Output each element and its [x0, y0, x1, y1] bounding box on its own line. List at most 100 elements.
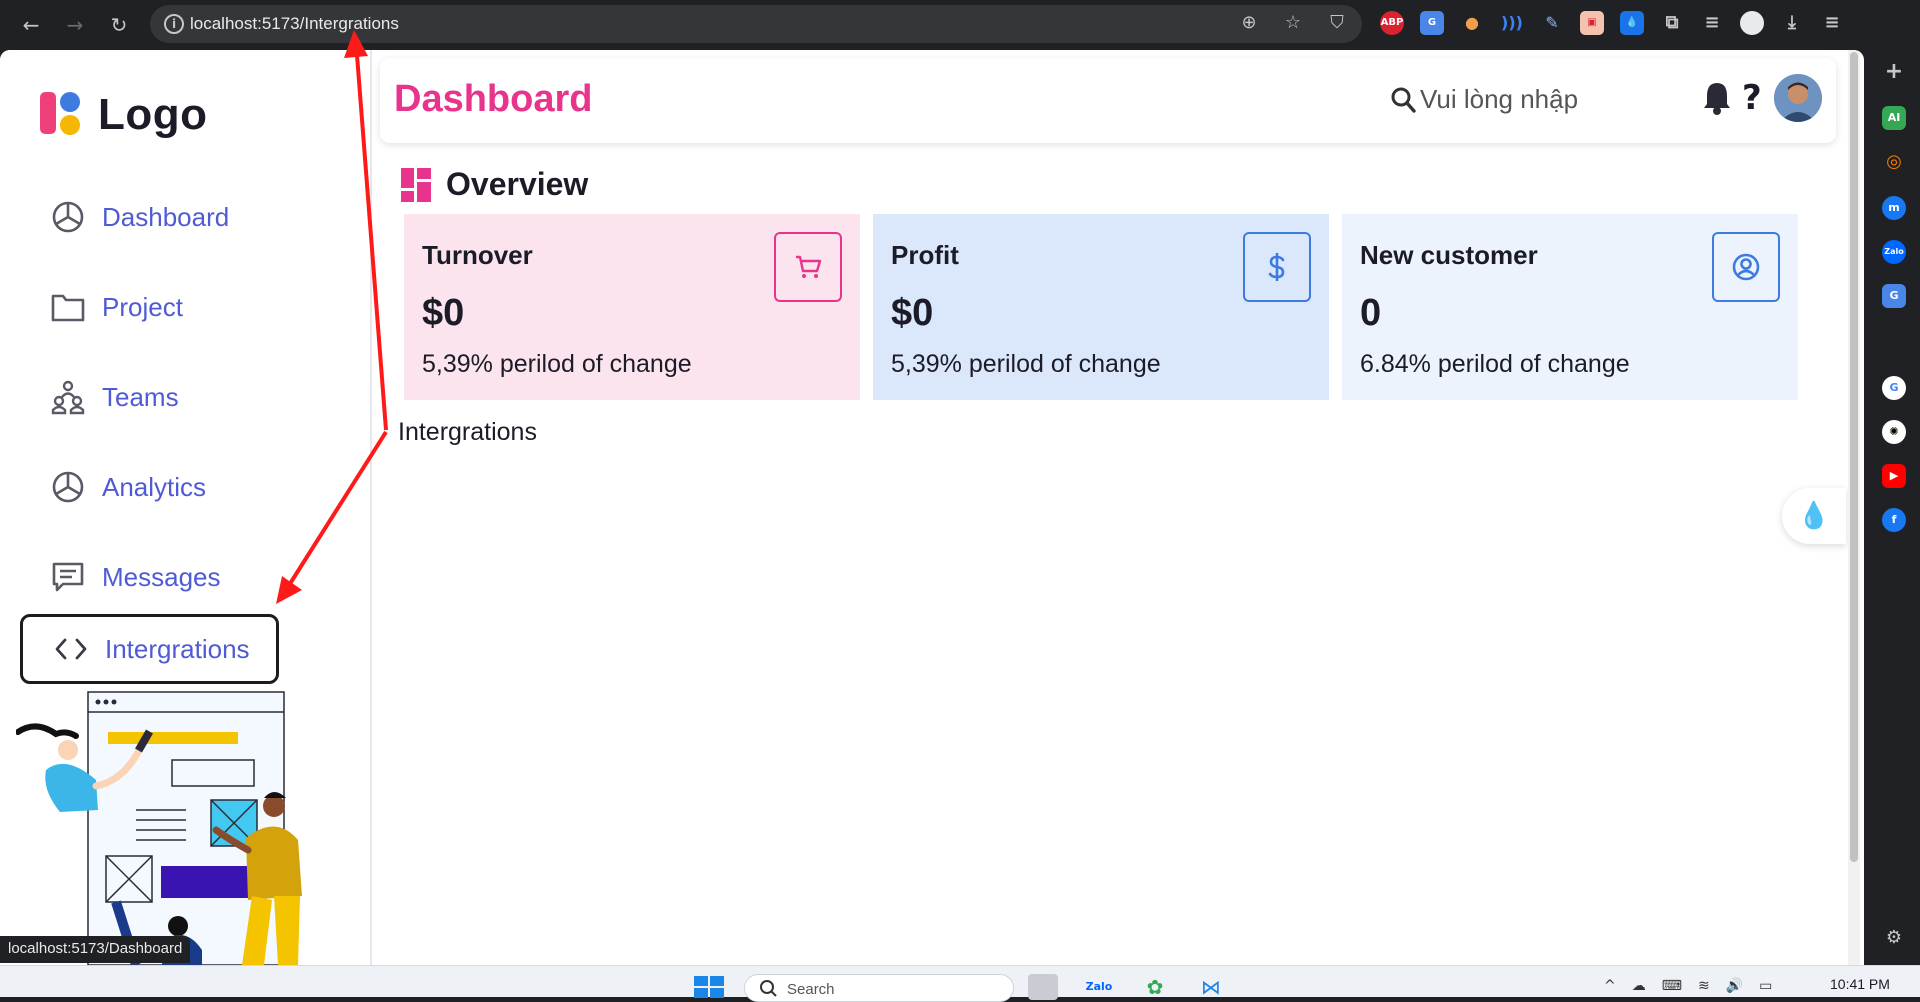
extensions-puzzle-icon[interactable]: ⧉ — [1660, 11, 1684, 35]
sidebar-item-label: Messages — [102, 561, 221, 592]
card-change: 6.84% perilod of change — [1360, 350, 1630, 378]
extension-icon-drop[interactable]: 💧 — [1620, 11, 1644, 35]
chevron-up-icon[interactable]: ^ — [1604, 978, 1616, 994]
windows-taskbar: Search Zalo ✿ ⋈ ^ ☁ ⌨ ≋ 🔊 ▭ 10:41 PM — [0, 965, 1920, 1002]
messenger-icon[interactable]: m — [1882, 196, 1906, 220]
volume-icon[interactable]: 🔊 — [1726, 978, 1743, 994]
bookmark-star-icon[interactable]: ☆ — [1282, 12, 1304, 34]
browser-toolbar: ← → ↻ i localhost:5173/Intergrations ⊕ ☆… — [0, 0, 1920, 50]
translate-extension-icon[interactable]: G — [1420, 11, 1444, 35]
stat-card-profit: Profit $0 5,39% perilod of change — [873, 214, 1329, 400]
sidebar-item-analytics[interactable]: Analytics — [20, 452, 279, 522]
cloud-icon[interactable]: ☁ — [1632, 978, 1646, 994]
user-circle-icon — [1732, 253, 1760, 281]
battery-icon[interactable]: ▭ — [1759, 978, 1772, 994]
chatgpt-icon[interactable]: ✺ — [1882, 420, 1906, 444]
zoom-icon[interactable]: ⊕ — [1238, 12, 1260, 34]
task-view-icon[interactable] — [1028, 974, 1058, 1000]
overview-title: Overview — [446, 166, 589, 202]
google-icon[interactable]: G — [1882, 376, 1906, 400]
code-icon — [53, 631, 89, 667]
reload-icon[interactable]: ↻ — [106, 12, 132, 38]
windows-start-icon[interactable] — [694, 976, 724, 998]
reading-list-icon[interactable]: ≡ — [1700, 11, 1724, 35]
logo-text: Logo — [98, 90, 208, 139]
add-icon[interactable]: + — [1882, 60, 1906, 84]
floating-extension-button[interactable]: 💧 — [1782, 488, 1846, 544]
dashboard-grid-icon — [401, 167, 431, 202]
taskbar-search-label: Search — [787, 981, 835, 998]
facebook-icon[interactable]: f — [1882, 508, 1906, 532]
pie-chart-icon — [50, 469, 86, 505]
pie-chart-icon — [50, 199, 86, 235]
user-avatar[interactable] — [1774, 74, 1822, 122]
notification-bell-icon[interactable] — [1702, 80, 1732, 116]
scrollbar-thumb[interactable] — [1850, 52, 1858, 862]
search-icon — [760, 980, 777, 997]
sidebar-item-dashboard[interactable]: Dashboard — [20, 182, 279, 252]
link-status-tooltip: localhost:5173/Dashboard — [0, 936, 191, 963]
app-taskbar-icon[interactable]: ✿ — [1140, 974, 1170, 1000]
card-title: Turnover — [422, 240, 533, 270]
stat-card-new-customer: New customer 0 6.84% perilod of change — [1342, 214, 1798, 400]
settings-gear-icon[interactable]: ⚙ — [1882, 926, 1906, 950]
card-change: 5,39% perilod of change — [422, 350, 692, 378]
cart-button[interactable] — [774, 232, 842, 302]
pen-extension-icon[interactable]: ✎ — [1540, 11, 1564, 35]
team-illustration — [16, 691, 302, 965]
dollar-icon — [1268, 253, 1285, 281]
sidebar-item-integrations[interactable]: Intergrations — [20, 614, 279, 684]
scrollbar[interactable] — [1848, 50, 1860, 965]
sidebar-item-project[interactable]: Project — [20, 272, 279, 342]
search-box[interactable] — [1390, 84, 1620, 115]
menu-icon[interactable]: ≡ — [1820, 11, 1844, 35]
vscode-taskbar-icon[interactable]: ⋈ — [1196, 974, 1226, 1000]
stat-card-turnover: Turnover $0 5,39% perilod of change — [404, 214, 860, 400]
sidebar-item-label: Teams — [102, 381, 179, 412]
team-icon — [50, 379, 86, 415]
user-button[interactable] — [1712, 232, 1780, 302]
sidebar-item-label: Dashboard — [102, 201, 230, 232]
adblock-extension-icon[interactable]: ABP — [1380, 11, 1404, 35]
youtube-icon[interactable]: ▶ — [1882, 464, 1906, 488]
clock-time[interactable]: 10:41 PM — [1830, 976, 1890, 992]
sidebar-item-teams[interactable]: Teams — [20, 362, 279, 432]
card-change: 5,39% perilod of change — [891, 350, 1161, 378]
address-url[interactable]: localhost:5173/Intergrations — [190, 14, 399, 34]
search-icon[interactable] — [1390, 86, 1416, 114]
sidebar-item-label: Intergrations — [105, 633, 250, 664]
extension-icon-waves[interactable]: ))) — [1500, 11, 1524, 35]
water-drop-sparkle-icon: 💧 — [1797, 501, 1831, 531]
download-icon[interactable]: ⤓ — [1780, 11, 1804, 35]
card-title: Profit — [891, 240, 959, 270]
extension-icon-orange[interactable]: ● — [1460, 11, 1484, 35]
integrations-content: Intergrations — [398, 418, 537, 446]
ai-extension-icon[interactable]: AI — [1882, 106, 1906, 130]
card-value: 0 — [1360, 292, 1382, 334]
dollar-button[interactable] — [1243, 232, 1311, 302]
site-info-icon[interactable]: i — [164, 14, 184, 34]
search-input[interactable] — [1420, 84, 1620, 115]
extension-icon-image[interactable]: ▣ — [1580, 11, 1604, 35]
system-tray: ^ ☁ ⌨ ≋ 🔊 ▭ — [1604, 978, 1772, 994]
extension-icon-swirl[interactable]: ◎ — [1882, 150, 1906, 174]
sidebar-item-messages[interactable]: Messages — [20, 542, 279, 612]
forward-icon[interactable]: → — [62, 12, 88, 38]
folder-icon — [50, 289, 86, 325]
wifi-icon[interactable]: ≋ — [1698, 978, 1710, 994]
taskbar-search[interactable]: Search — [744, 974, 1014, 1002]
profile-avatar-icon[interactable] — [1740, 11, 1764, 35]
message-icon — [50, 559, 86, 595]
shield-icon[interactable]: ⛉ — [1326, 12, 1348, 34]
back-icon[interactable]: ← — [18, 12, 44, 38]
overview-header: Overview — [400, 166, 588, 203]
help-icon[interactable]: ? — [1742, 78, 1762, 118]
header-bar: Dashboard ? — [380, 58, 1836, 143]
card-value: $0 — [891, 292, 934, 334]
zalo-taskbar-icon[interactable]: Zalo — [1084, 974, 1114, 1000]
keyboard-icon[interactable]: ⌨ — [1662, 978, 1682, 994]
translate-icon[interactable]: G — [1882, 284, 1906, 308]
zalo-icon[interactable]: Zalo — [1882, 240, 1906, 264]
card-title: New customer — [1360, 240, 1538, 270]
address-bar[interactable]: i localhost:5173/Intergrations ⊕ ☆ ⛉ — [150, 5, 1362, 43]
